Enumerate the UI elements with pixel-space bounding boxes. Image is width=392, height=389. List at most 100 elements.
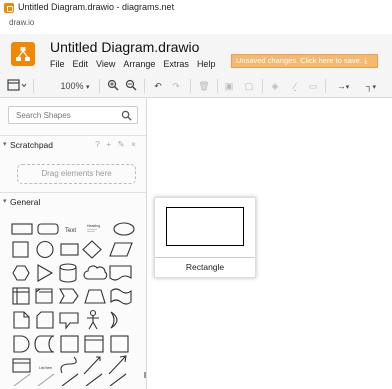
arrow-right-icon: → (336, 81, 346, 91)
waypoints-button[interactable]: ┐▾ (360, 79, 382, 93)
general-shapes-palette: Text Heading List Item (11, 222, 135, 386)
circle-shape[interactable] (36, 240, 54, 259)
search-icon[interactable] (121, 110, 132, 121)
to-front-button[interactable]: ▣ (222, 79, 236, 93)
tooltip-caption: Rectangle (185, 262, 225, 272)
app-header: Untitled Diagram.drawio File Edit View A… (0, 34, 392, 74)
step-shape[interactable] (59, 288, 79, 304)
diagram-canvas[interactable]: Rectangle (148, 98, 392, 389)
format-panel-toggle-button[interactable] (7, 79, 27, 93)
zoom-dropdown[interactable]: 100% ▾ (55, 79, 95, 93)
callout-shape[interactable] (59, 312, 79, 330)
scratchpad-header[interactable]: ▾ Scratchpad ? + ✎ × (0, 135, 146, 153)
general-header[interactable]: ▾ General (0, 192, 146, 210)
browser-title-bar: Untitled Diagram.drawio - diagrams.net d… (0, 0, 392, 34)
cloud-shape[interactable] (83, 265, 108, 280)
card-shape[interactable] (36, 311, 54, 329)
drawio-logo-icon (11, 42, 35, 66)
undo-button[interactable]: ↶ (151, 79, 165, 93)
menu-file[interactable]: File (50, 59, 65, 69)
hexagon-shape[interactable] (12, 265, 30, 281)
scratchpad-tools[interactable]: ? + ✎ × (95, 139, 138, 150)
line-color-button[interactable]: ∕ (288, 79, 302, 93)
rounded-rectangle-shape[interactable] (37, 223, 59, 235)
container-shape[interactable] (60, 335, 79, 353)
trapezoid-shape[interactable] (84, 289, 106, 304)
square-shape[interactable] (12, 241, 29, 258)
delete-button[interactable]: 🗑︎ (197, 79, 211, 93)
zoom-level: 100% (60, 81, 84, 91)
drawio-favicon-icon (4, 3, 14, 13)
window-title: Untitled Diagram.drawio - diagrams.net (18, 2, 175, 12)
zoom-in-button[interactable] (106, 79, 120, 93)
document-shape[interactable] (109, 265, 132, 281)
dashed-line-shape[interactable] (37, 373, 55, 386)
arrow-shape[interactable] (108, 355, 127, 375)
menu-help[interactable]: Help (197, 59, 216, 69)
menu-bar: File Edit View Arrange Extras Help (50, 59, 215, 69)
undo-icon: ↶ (154, 81, 162, 91)
unsaved-changes-button[interactable]: Unsaved changes. Click here to save. ⤓ (231, 54, 378, 68)
chevron-down-icon: ▾ (86, 84, 90, 91)
text-shape[interactable]: Text (65, 228, 76, 234)
toolbar: 100% ▾ ↶ ↷ 🗑︎ ▣ ▢ ◈ ∕ ▭ →▾ ┐▾ (0, 74, 392, 98)
note-shape[interactable] (13, 311, 30, 329)
menu-extras[interactable]: Extras (163, 59, 189, 69)
to-front-icon: ▣ (224, 81, 234, 91)
shape-preview-tooltip: Rectangle (154, 197, 256, 278)
curve-shape[interactable] (60, 356, 77, 374)
general-label: General (10, 197, 41, 207)
save-icon: ⤓ (364, 56, 368, 65)
zoom-in-icon (107, 79, 119, 91)
actor-shape[interactable] (89, 309, 97, 317)
tape-shape[interactable] (110, 288, 132, 305)
cylinder-shape[interactable] (59, 263, 77, 283)
bidirectional-connector-shape[interactable] (85, 373, 103, 386)
redo-button[interactable]: ↷ (169, 79, 183, 93)
trash-icon: 🗑︎ (198, 81, 210, 91)
shadow-button[interactable]: ▭ (306, 79, 320, 93)
cube-shape[interactable] (35, 288, 53, 304)
scratchpad-label: Scratchpad (10, 140, 53, 150)
connection-style-button[interactable]: →▾ (332, 79, 354, 93)
menu-arrange[interactable]: Arrange (123, 59, 155, 69)
zoom-out-icon (125, 79, 137, 91)
to-back-button[interactable]: ▢ (242, 79, 256, 93)
unsaved-changes-label: Unsaved changes. Click here to save. (236, 56, 362, 65)
directional-connector-shape[interactable] (109, 373, 127, 386)
internal-storage-shape[interactable] (12, 287, 30, 305)
diamond-shape[interactable] (82, 240, 102, 259)
rectangle-preview (166, 207, 244, 246)
tooltip-divider (155, 257, 255, 258)
frame-shape[interactable] (110, 335, 129, 353)
search-placeholder: Search Shapes (16, 111, 71, 120)
swimlane-shape[interactable] (84, 335, 104, 353)
rectangle-shape[interactable] (11, 223, 33, 235)
process-shape[interactable] (60, 243, 79, 256)
or-shape[interactable] (110, 311, 118, 329)
delay-shape[interactable] (13, 335, 30, 353)
search-shapes-input[interactable]: Search Shapes (8, 106, 138, 124)
list-item-shape[interactable]: List Item (39, 366, 52, 370)
data-storage-shape[interactable] (34, 335, 55, 353)
menu-view[interactable]: View (96, 59, 115, 69)
heading-shape[interactable]: Heading (87, 224, 100, 228)
list-shape[interactable] (12, 358, 31, 373)
line-shape[interactable] (13, 373, 31, 386)
parallelogram-shape[interactable] (109, 242, 133, 257)
redo-icon: ↷ (172, 81, 180, 91)
window-url: draw.io (9, 18, 35, 27)
menu-edit[interactable]: Edit (73, 59, 89, 69)
paint-bucket-icon: ◈ (271, 81, 279, 91)
scratchpad-drop-area[interactable]: Drag elements here (17, 164, 136, 184)
triangle-shape[interactable] (37, 264, 54, 282)
connector-shape[interactable] (61, 373, 79, 386)
ellipse-shape[interactable] (113, 222, 135, 236)
sidebar-scroll-handle[interactable] (144, 372, 146, 378)
document-title[interactable]: Untitled Diagram.drawio (50, 39, 199, 55)
double-arrow-shape[interactable] (83, 356, 101, 375)
drag-hint: Drag elements here (41, 169, 112, 178)
zoom-out-button[interactable] (124, 79, 138, 93)
fill-color-button[interactable]: ◈ (268, 79, 282, 93)
chevron-down-icon: ▾ (372, 84, 376, 91)
